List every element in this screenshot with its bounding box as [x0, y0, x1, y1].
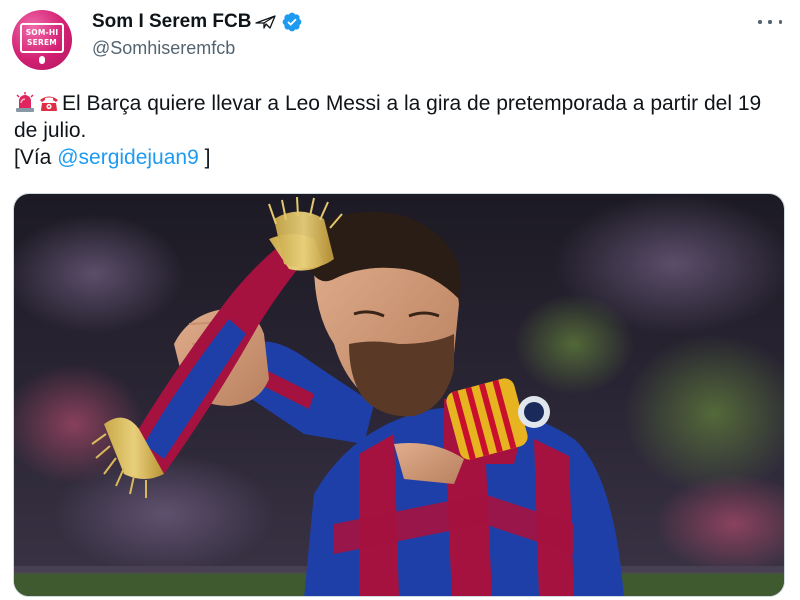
author-handle[interactable]: @Somhiseremfcb — [92, 38, 235, 59]
avatar-text-line1: SOM-HI — [25, 28, 59, 37]
mention-link[interactable]: @sergidejuan9 — [57, 146, 199, 169]
messi-photo-image — [14, 194, 784, 596]
avatar-text-line2: SEREM — [27, 38, 57, 47]
avatar-logo: SOM-HI SEREM — [20, 23, 64, 53]
tweet: SOM-HI SEREM Som I Serem FCB @Somhiserem… — [0, 0, 800, 600]
avatar[interactable]: SOM-HI SEREM — [12, 10, 72, 70]
microphone-icon — [39, 56, 45, 64]
telephone-emoji-icon — [40, 96, 58, 111]
display-name[interactable]: Som I Serem FCB — [92, 11, 251, 33]
verified-badge-icon — [283, 12, 302, 32]
via-suffix: ] — [198, 146, 211, 169]
airplane-icon — [255, 15, 277, 29]
author-name-row: Som I Serem FCB — [92, 9, 303, 35]
tweet-text: El Barça quiere llevar a Leo Messi a la … — [14, 90, 786, 171]
police-light-emoji-icon — [16, 92, 34, 112]
more-options-icon[interactable] — [758, 12, 782, 32]
tweet-text-main: El Barça quiere llevar a Leo Messi a la … — [14, 92, 762, 142]
more-dot — [758, 20, 762, 24]
more-dot — [778, 20, 782, 24]
more-dot — [768, 20, 772, 24]
via-prefix: [Vía — [14, 146, 58, 169]
tweet-photo[interactable] — [13, 193, 785, 597]
